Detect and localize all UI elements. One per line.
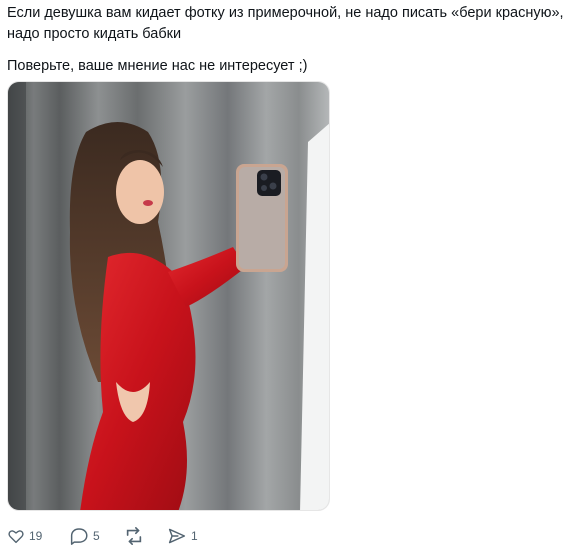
repost-icon [126,527,142,545]
post-image[interactable] [7,81,330,511]
share-count: 1 [191,529,198,543]
post-card: Если девушка вам кидает фотку из примеро… [0,0,586,555]
send-icon [168,528,186,544]
share-button[interactable]: 1 [167,527,207,545]
post-text-line-2: Поверьте, ваше мнение нас не интересует … [7,58,308,74]
reply-button[interactable]: 5 [69,527,123,545]
repost-button[interactable] [123,526,167,546]
reply-count: 5 [93,529,100,543]
comment-icon [70,528,88,545]
post-text-line-1: Если девушка вам кидает фотку из примеро… [7,5,564,42]
action-bar: 19 5 1 [7,524,207,548]
like-count: 19 [29,529,43,543]
heart-icon [8,530,24,544]
photo-illustration [8,82,329,510]
post-text: Если девушка вам кидает фотку из примеро… [7,3,582,77]
like-button[interactable]: 19 [7,527,69,545]
